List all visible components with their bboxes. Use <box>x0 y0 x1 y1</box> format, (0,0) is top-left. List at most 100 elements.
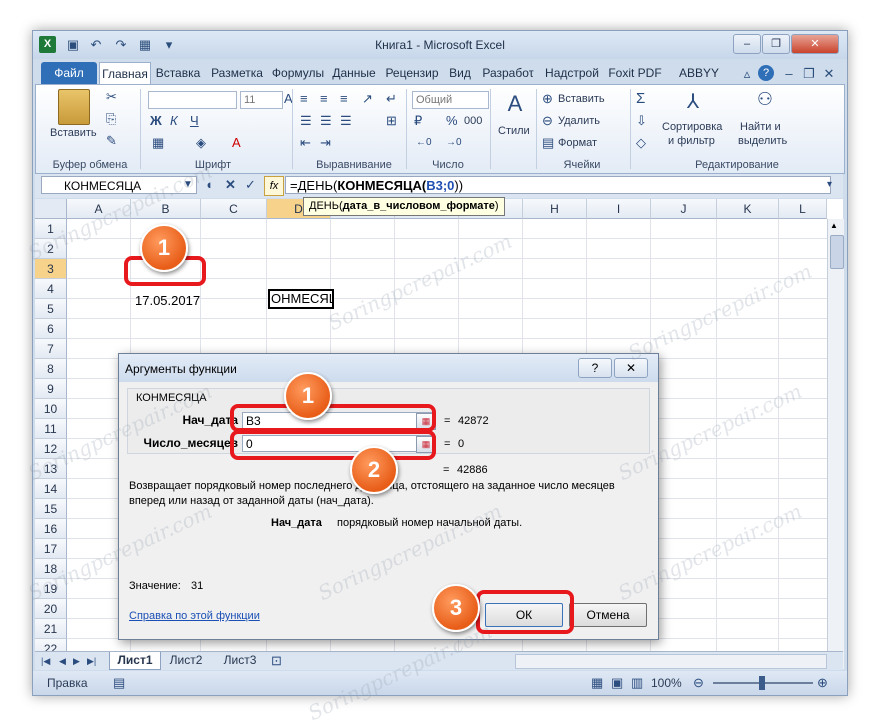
column-header[interactable]: H <box>523 199 587 219</box>
tab-file[interactable]: Файл <box>41 62 97 84</box>
row-header[interactable]: 10 <box>35 399 67 419</box>
row-header[interactable]: 11 <box>35 419 67 439</box>
find-select-button[interactable]: Найти и <box>740 121 781 133</box>
wrap-text-icon[interactable]: ↵ <box>386 91 397 107</box>
last-sheet-icon[interactable]: ▶| <box>87 653 96 669</box>
tab-developer[interactable]: Разрабоτ <box>477 62 539 84</box>
tab-home[interactable]: Главная <box>99 62 151 85</box>
workbook-restore-icon[interactable]: ❐ <box>801 66 817 82</box>
row-header[interactable]: 17 <box>35 539 67 559</box>
column-header[interactable]: K <box>717 199 779 219</box>
select-all-corner[interactable] <box>35 199 67 219</box>
sort-filter-button[interactable]: Сортировка <box>662 121 722 133</box>
row-header[interactable]: 4 <box>35 279 67 299</box>
decrease-indent-icon[interactable]: ⇤ <box>300 135 311 151</box>
normal-view-icon[interactable]: ▦ <box>591 675 603 691</box>
cancel-entry-icon[interactable]: ✕ <box>225 177 236 193</box>
align-center-icon[interactable]: ☰ <box>320 113 332 129</box>
tab-layout[interactable]: Разметка <box>207 62 267 84</box>
increase-decimal-icon[interactable]: ←0 <box>416 135 432 151</box>
next-sheet-icon[interactable]: ▶ <box>73 653 80 669</box>
font-color-icon[interactable]: A <box>232 135 241 151</box>
copy-icon[interactable]: ⎘ <box>106 111 116 127</box>
align-middle-icon[interactable]: ≡ <box>320 91 328 107</box>
tab-addins[interactable]: Надстрой <box>541 62 603 84</box>
clear-icon[interactable]: ◇ <box>636 135 646 151</box>
font-size-box[interactable]: 11 <box>240 91 283 109</box>
zoom-out-icon[interactable]: ⊖ <box>693 675 704 691</box>
italic-button[interactable]: К <box>170 113 178 129</box>
row-header[interactable]: 16 <box>35 519 67 539</box>
ribbon-minimize-icon[interactable]: ▵ <box>739 66 755 82</box>
cell-d3-active[interactable]: ОНМЕСЯЦ <box>268 289 334 309</box>
font-name-box[interactable] <box>148 91 237 109</box>
borders-icon[interactable]: ▦ <box>152 135 164 151</box>
horizontal-scrollbar[interactable] <box>515 654 827 669</box>
format-painter-icon[interactable]: ✎ <box>106 133 117 149</box>
row-header[interactable]: 8 <box>35 359 67 379</box>
decrease-decimal-icon[interactable]: →0 <box>446 135 462 151</box>
row-header[interactable]: 9 <box>35 379 67 399</box>
orientation-icon[interactable]: ↗ <box>362 91 373 107</box>
function-help-link[interactable]: Справка по этой функции <box>129 610 260 622</box>
paste-icon[interactable] <box>58 89 90 125</box>
column-header[interactable]: L <box>779 199 827 219</box>
macro-record-icon[interactable]: ▤ <box>113 675 125 691</box>
tab-view[interactable]: Вид <box>445 62 475 84</box>
insert-function-button[interactable]: fx <box>264 176 284 196</box>
increase-indent-icon[interactable]: ⇥ <box>320 135 331 151</box>
column-header[interactable]: C <box>201 199 267 219</box>
row-header[interactable]: 15 <box>35 499 67 519</box>
zoom-slider-thumb[interactable] <box>759 676 765 690</box>
tab-review[interactable]: Рецензир <box>381 62 443 84</box>
scroll-thumb[interactable] <box>830 235 844 269</box>
tab-foxit[interactable]: Foxit PDF <box>605 62 665 84</box>
restore-button[interactable]: ❐ <box>762 34 790 54</box>
tab-insert[interactable]: Вставка <box>152 62 204 84</box>
thousands-button[interactable]: 000 <box>464 115 482 127</box>
sheet-tab-3[interactable]: Лист3 <box>215 652 265 669</box>
tab-abbyy[interactable]: ABBYY PDF <box>667 62 731 102</box>
merge-icon[interactable]: ⊞ <box>386 113 397 129</box>
confirm-entry-icon[interactable]: ✓ <box>245 177 256 193</box>
row-header[interactable]: 5 <box>35 299 67 319</box>
fill-icon[interactable]: ⇩ <box>636 113 647 129</box>
cut-icon[interactable]: ✂ <box>106 89 117 105</box>
cell-b3[interactable]: 17.05.2017 <box>135 293 200 308</box>
dialog-help-button[interactable]: ? <box>578 358 612 378</box>
align-bottom-icon[interactable]: ≡ <box>340 91 348 107</box>
dialog-title-bar[interactable]: Аргументы функции ? ✕ <box>119 354 658 382</box>
format-cells-button[interactable]: Формат <box>558 137 597 149</box>
formula-input[interactable]: =ДЕНЬ(КОНМЕСЯЦА(B3;0)) <box>285 176 831 194</box>
page-layout-icon[interactable]: ▣ <box>611 675 623 691</box>
column-header[interactable]: I <box>587 199 651 219</box>
column-header[interactable]: J <box>651 199 717 219</box>
paste-button[interactable]: Вставить <box>50 127 97 139</box>
delete-cells-button[interactable]: Удалить <box>558 115 600 127</box>
tab-formulas[interactable]: Формулы <box>269 62 327 84</box>
vertical-scrollbar[interactable]: ▲ ▼ <box>827 219 844 669</box>
align-right-icon[interactable]: ☰ <box>340 113 352 129</box>
prev-sheet-icon[interactable]: ◀ <box>59 653 66 669</box>
close-button[interactable]: ✕ <box>791 34 839 54</box>
row-header[interactable]: 7 <box>35 339 67 359</box>
currency-icon[interactable]: ₽ <box>414 113 422 129</box>
number-format-box[interactable]: Общий <box>412 91 489 109</box>
scroll-up-icon[interactable]: ▲ <box>830 221 838 230</box>
sheet-tab-1[interactable]: Лист1 <box>109 652 161 670</box>
cancel-button[interactable]: Отмена <box>569 603 647 627</box>
new-sheet-icon[interactable]: ⊡ <box>271 653 282 669</box>
autosum-button[interactable]: Σ <box>636 91 645 107</box>
tab-data[interactable]: Данные <box>329 62 379 84</box>
align-left-icon[interactable]: ☰ <box>300 113 312 129</box>
zoom-level[interactable]: 100% <box>651 676 682 690</box>
align-top-icon[interactable]: ≡ <box>300 91 308 107</box>
zoom-in-icon[interactable]: ⊕ <box>817 675 828 691</box>
row-header[interactable]: 6 <box>35 319 67 339</box>
first-sheet-icon[interactable]: |◀ <box>41 653 50 669</box>
fill-color-icon[interactable]: ◈ <box>196 135 206 151</box>
page-break-icon[interactable]: ▥ <box>631 675 643 691</box>
underline-button[interactable]: Ч <box>190 113 199 129</box>
sheet-tab-2[interactable]: Лист2 <box>161 652 211 669</box>
percent-button[interactable]: % <box>446 113 458 129</box>
